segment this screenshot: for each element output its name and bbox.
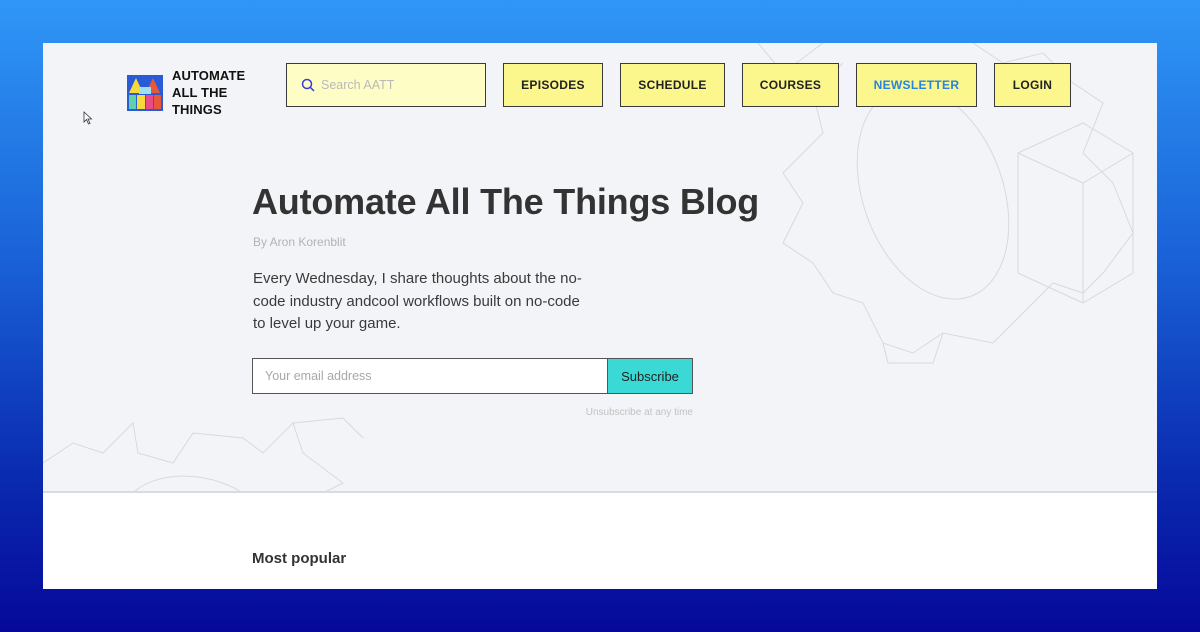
- most-popular-heading: Most popular: [252, 550, 347, 567]
- search-box[interactable]: [286, 63, 486, 107]
- site-logo[interactable]: AUTOMATE ALL THE THINGS: [127, 67, 272, 118]
- unsubscribe-note: Unsubscribe at any time: [585, 407, 693, 418]
- nav-newsletter-button[interactable]: NEWSLETTER: [856, 63, 977, 107]
- mouse-cursor-icon: [83, 111, 93, 125]
- nav-episodes-button[interactable]: EPISODES: [503, 63, 603, 107]
- aatt-logo-icon: [127, 74, 163, 111]
- search-input[interactable]: [321, 78, 471, 92]
- hero-section: AUTOMATE ALL THE THINGS EPISODES SCHEDUL…: [43, 43, 1157, 493]
- page-title: Automate All The Things Blog: [252, 181, 760, 222]
- search-icon: [301, 78, 315, 92]
- author-byline: By Aron Korenblit: [253, 235, 346, 249]
- blog-description: Every Wednesday, I share thoughts about …: [253, 270, 582, 332]
- nav-schedule-button[interactable]: SCHEDULE: [620, 63, 725, 107]
- nav-login-button[interactable]: LOGIN: [994, 63, 1071, 107]
- logo-text: AUTOMATE ALL THE THINGS: [172, 68, 246, 117]
- email-field[interactable]: [252, 358, 608, 394]
- subscribe-button[interactable]: Subscribe: [608, 358, 693, 394]
- browser-page: AUTOMATE ALL THE THINGS EPISODES SCHEDUL…: [43, 43, 1157, 589]
- newsletter-form: Subscribe: [252, 358, 693, 394]
- nav-courses-button[interactable]: COURSES: [742, 63, 839, 107]
